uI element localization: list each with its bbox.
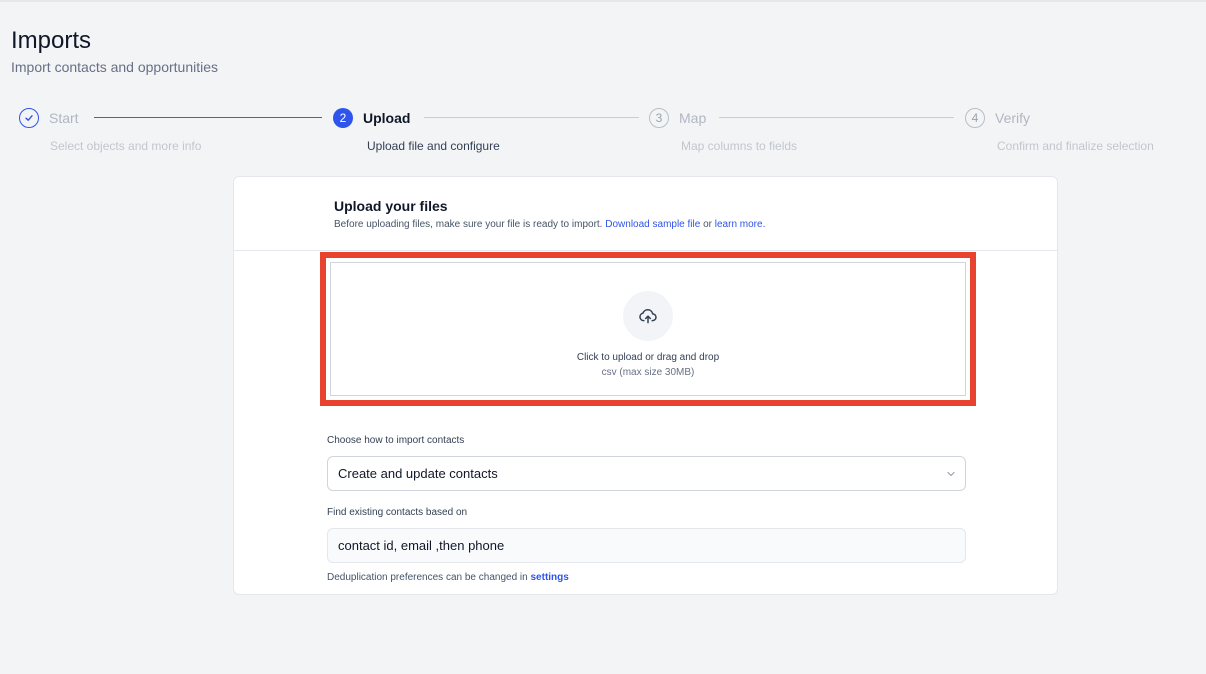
upload-card: Upload your files Before uploading files…	[233, 176, 1058, 595]
page-subtitle: Import contacts and opportunities	[11, 59, 219, 75]
step-upload-label: Upload	[363, 110, 411, 126]
dropzone-hint: csv (max size 30MB)	[601, 367, 695, 378]
step-verify-description: Confirm and finalize selection	[997, 139, 1154, 153]
step-verify-number: 4	[965, 108, 985, 128]
step-start-label: Start	[49, 110, 79, 126]
dropzone-text: Click to upload or drag and drop	[576, 352, 720, 363]
step-map-number: 3	[649, 108, 669, 128]
import-mode-select[interactable]: Create and update contacts	[327, 456, 966, 491]
chevron-down-icon	[945, 468, 957, 483]
cloud-upload-icon	[623, 291, 673, 341]
step-map-label: Map	[679, 110, 707, 126]
step-map[interactable]: 3 Map	[649, 107, 706, 129]
learn-more-link[interactable]: learn more.	[715, 219, 766, 230]
step-connector	[94, 117, 322, 118]
step-start-description: Select objects and more info	[50, 139, 202, 153]
deduplication-note-text: Deduplication preferences can be changed…	[327, 572, 531, 583]
step-upload-description: Upload file and configure	[367, 139, 500, 153]
top-border	[0, 0, 1206, 2]
step-verify[interactable]: 4 Verify	[965, 107, 1030, 129]
settings-link[interactable]: settings	[530, 572, 568, 583]
deduplication-note: Deduplication preferences can be changed…	[327, 572, 569, 583]
step-connector	[719, 117, 954, 118]
step-verify-label: Verify	[995, 110, 1031, 126]
upload-description-or: or	[700, 219, 715, 230]
page-title: Imports	[11, 27, 92, 54]
step-upload-number: 2	[333, 108, 353, 128]
download-sample-link[interactable]: Download sample file	[605, 219, 700, 230]
import-mode-value: Create and update contacts	[338, 466, 498, 481]
upload-title: Upload your files	[334, 198, 448, 214]
step-start[interactable]: Start	[19, 107, 79, 129]
import-mode-label: Choose how to import contacts	[327, 435, 465, 446]
match-criteria-label: Find existing contacts based on	[327, 507, 468, 518]
upload-description-text: Before uploading files, make sure your f…	[334, 219, 606, 230]
match-criteria-value: contact id, email ,then phone	[338, 538, 505, 553]
checkmark-icon	[19, 108, 39, 128]
step-connector	[424, 117, 639, 118]
step-upload[interactable]: 2 Upload	[333, 107, 410, 129]
card-divider	[234, 250, 1057, 251]
dropzone-highlight: Click to upload or drag and drop csv (ma…	[320, 252, 976, 406]
file-dropzone[interactable]: Click to upload or drag and drop csv (ma…	[330, 262, 966, 396]
match-criteria-field: contact id, email ,then phone	[327, 528, 966, 563]
upload-description: Before uploading files, make sure your f…	[334, 219, 765, 230]
step-map-description: Map columns to fields	[681, 139, 798, 153]
